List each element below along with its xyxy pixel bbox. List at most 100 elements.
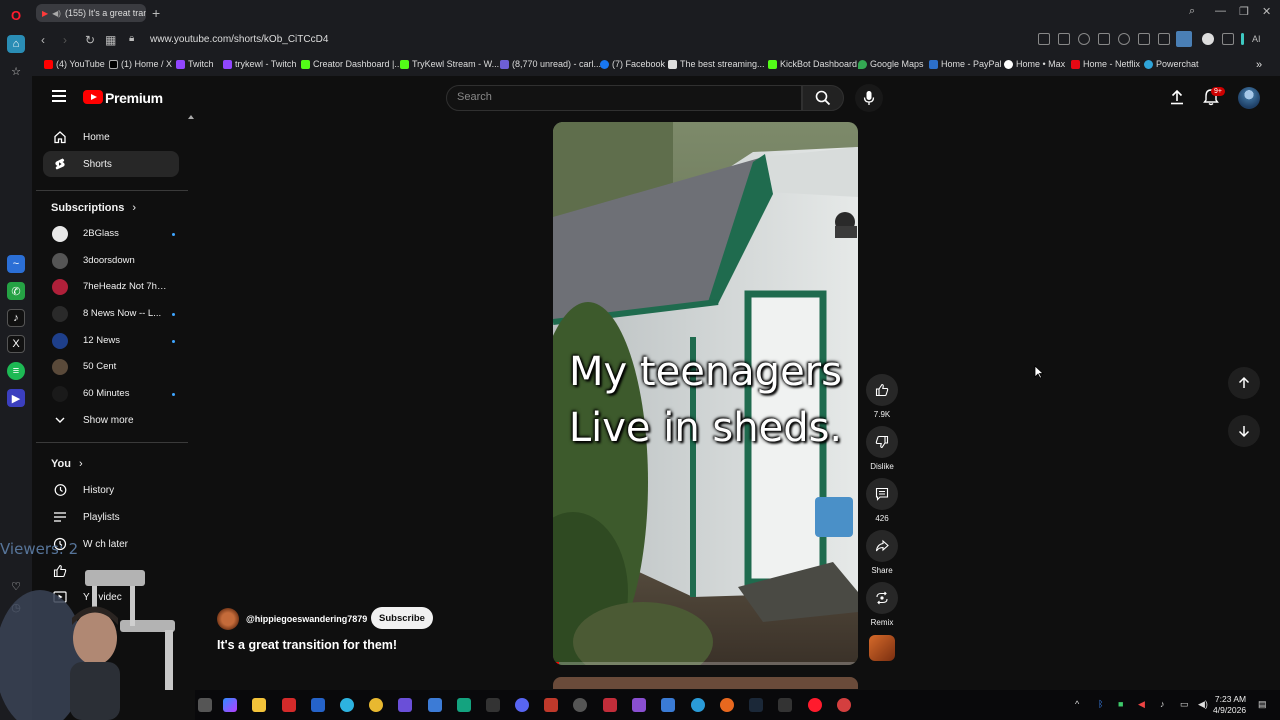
download-icon[interactable] (1138, 33, 1150, 45)
whatsapp-icon[interactable]: ✆ (7, 282, 25, 300)
notification-center-icon[interactable]: ▤ (1258, 699, 1267, 710)
app-cyan-icon[interactable] (691, 698, 705, 712)
minimize-button[interactable]: — (1215, 5, 1226, 17)
upload-button[interactable] (1168, 88, 1186, 111)
bookmark-item[interactable]: Home - PayPal (929, 59, 1002, 69)
search-input[interactable] (457, 91, 787, 103)
tab-active[interactable]: ▶ ◀) (155) It's a great trans × (36, 4, 146, 22)
bookmark-item[interactable]: Creator Dashboard |... (301, 59, 402, 69)
close-window-button[interactable]: ✕ (1262, 5, 1271, 18)
speaker-icon[interactable]: ◀) (52, 9, 61, 18)
chrome-icon[interactable] (369, 698, 383, 712)
system-clock[interactable]: 7:23 AM 4/9/2026 (1213, 694, 1246, 716)
tiktok-icon[interactable]: ♪ (7, 309, 25, 327)
subscription-item[interactable]: 3doorsdown (43, 250, 179, 272)
you-heading[interactable]: You › (51, 458, 83, 470)
app-grid-icon[interactable] (486, 698, 500, 712)
dislike-action[interactable]: Dislike (866, 426, 898, 471)
bookmark-item[interactable]: The best streaming... (668, 59, 765, 69)
bookmark-item[interactable]: Powerchat (1144, 59, 1199, 69)
tray-overflow-icon[interactable]: ^ (1075, 699, 1079, 709)
play-ext-icon[interactable] (1098, 33, 1110, 45)
subscription-item[interactable]: 12 News (43, 330, 179, 352)
like-button[interactable] (866, 374, 898, 406)
app-red-circle-icon[interactable] (837, 698, 851, 712)
file-explorer-icon[interactable] (252, 698, 266, 712)
bookmark-item[interactable]: KickBot Dashboard (768, 59, 857, 69)
bookmark-item[interactable]: TryKewl Stream - W... (400, 59, 499, 69)
sidebar-toggle-icon[interactable] (1241, 33, 1244, 45)
heart-ext-icon[interactable] (1118, 33, 1130, 45)
share-action[interactable]: Share (866, 530, 898, 575)
profile-icon[interactable] (1176, 31, 1192, 47)
bookmark-item[interactable]: (4) YouTube (44, 59, 105, 69)
mic-tray-icon[interactable]: ♪ (1160, 699, 1165, 709)
previous-short-button[interactable] (1228, 367, 1260, 399)
account-avatar[interactable] (1238, 87, 1260, 109)
reload-button[interactable]: ↻ (85, 33, 95, 47)
video-progress-bar[interactable] (553, 662, 858, 665)
search-box[interactable] (446, 85, 802, 111)
sidebar-item-playlists[interactable]: Playlists (43, 504, 179, 530)
bookmarks-more-icon[interactable]: » (1256, 59, 1262, 71)
next-short-button[interactable] (1228, 415, 1260, 447)
edge-icon[interactable] (340, 698, 354, 712)
bookmark-item[interactable]: Home • Max (1004, 59, 1065, 69)
app-gray-icon[interactable] (573, 698, 587, 712)
url-field[interactable]: www.youtube.com/shorts/kOb_CiTCcD4 (150, 34, 328, 45)
remix-action[interactable]: Remix (866, 582, 898, 627)
opera-taskbar-icon[interactable] (808, 698, 822, 712)
forward-button[interactable]: › (63, 33, 67, 47)
app-purple-icon[interactable] (398, 698, 412, 712)
subscription-item[interactable]: 60 Minutes (43, 383, 179, 405)
search-tabs-icon[interactable]: ⌕ (1189, 5, 1195, 18)
x-icon[interactable]: X (7, 335, 25, 353)
bookmark-item[interactable]: (1) Home / X (109, 59, 172, 69)
subscription-item[interactable]: 7heHeadz Not 7he... (43, 276, 179, 298)
display-tray-icon[interactable]: ▭ (1180, 699, 1189, 710)
tray-red-icon[interactable]: ◀ (1138, 699, 1145, 710)
search-button[interactable] (802, 85, 844, 111)
subscription-item[interactable]: 2BGlass (43, 223, 179, 245)
youtube-logo-icon[interactable] (83, 90, 103, 104)
subscriptions-heading[interactable]: Subscriptions › (51, 202, 136, 214)
subscription-item[interactable]: 50 Cent (43, 356, 179, 378)
sidebar-item-shorts[interactable]: Shorts (43, 151, 179, 177)
menu-ext-icon[interactable] (1158, 33, 1170, 45)
app-controller-icon[interactable] (661, 698, 675, 712)
app-red-icon[interactable] (282, 698, 296, 712)
sidebar-item-home[interactable]: Home (43, 124, 179, 150)
epic-icon[interactable] (778, 698, 792, 712)
spotify-icon[interactable]: ≡ (7, 362, 25, 380)
cube-icon[interactable] (1222, 33, 1234, 45)
bookmark-item[interactable]: Google Maps (858, 59, 924, 69)
voice-search-button[interactable] (855, 84, 883, 112)
sidebar-item-history[interactable]: History (43, 477, 179, 503)
app-a-icon[interactable] (603, 698, 617, 712)
app-orange-icon[interactable] (720, 698, 734, 712)
channel-avatar[interactable] (217, 608, 239, 630)
messenger-icon[interactable]: ~ (7, 255, 25, 273)
sound-thumbnail[interactable] (869, 635, 895, 661)
short-title[interactable]: It's a great transition for them! (217, 638, 397, 652)
app-green-icon[interactable] (457, 698, 471, 712)
lock-icon[interactable]: 🔒︎ (129, 33, 134, 44)
adblock-icon[interactable] (1078, 33, 1090, 45)
bookmark-item[interactable]: (8,770 unread) - carl... (500, 59, 601, 69)
subscribe-button[interactable]: Subscribe (371, 607, 433, 629)
bookmark-item[interactable]: Home - Netflix (1071, 59, 1140, 69)
bookmark-item[interactable]: trykewl - Twitch (223, 59, 296, 69)
volume-icon[interactable]: ◀) (1198, 699, 1208, 710)
tray-app-icon[interactable]: ■ (1118, 699, 1123, 709)
share-button[interactable] (866, 530, 898, 562)
snapshot-icon[interactable] (1038, 33, 1050, 45)
camera-icon[interactable] (1058, 33, 1070, 45)
guide-menu-icon[interactable] (52, 90, 66, 102)
maximize-button[interactable]: ❐ (1239, 5, 1249, 18)
vpn-icon[interactable] (1202, 33, 1214, 45)
show-more-button[interactable]: Show more (43, 407, 179, 433)
opera-logo-icon[interactable]: O (7, 6, 25, 24)
app-news-icon[interactable] (544, 698, 558, 712)
remix-button[interactable] (866, 582, 898, 614)
comments-button[interactable] (866, 478, 898, 510)
